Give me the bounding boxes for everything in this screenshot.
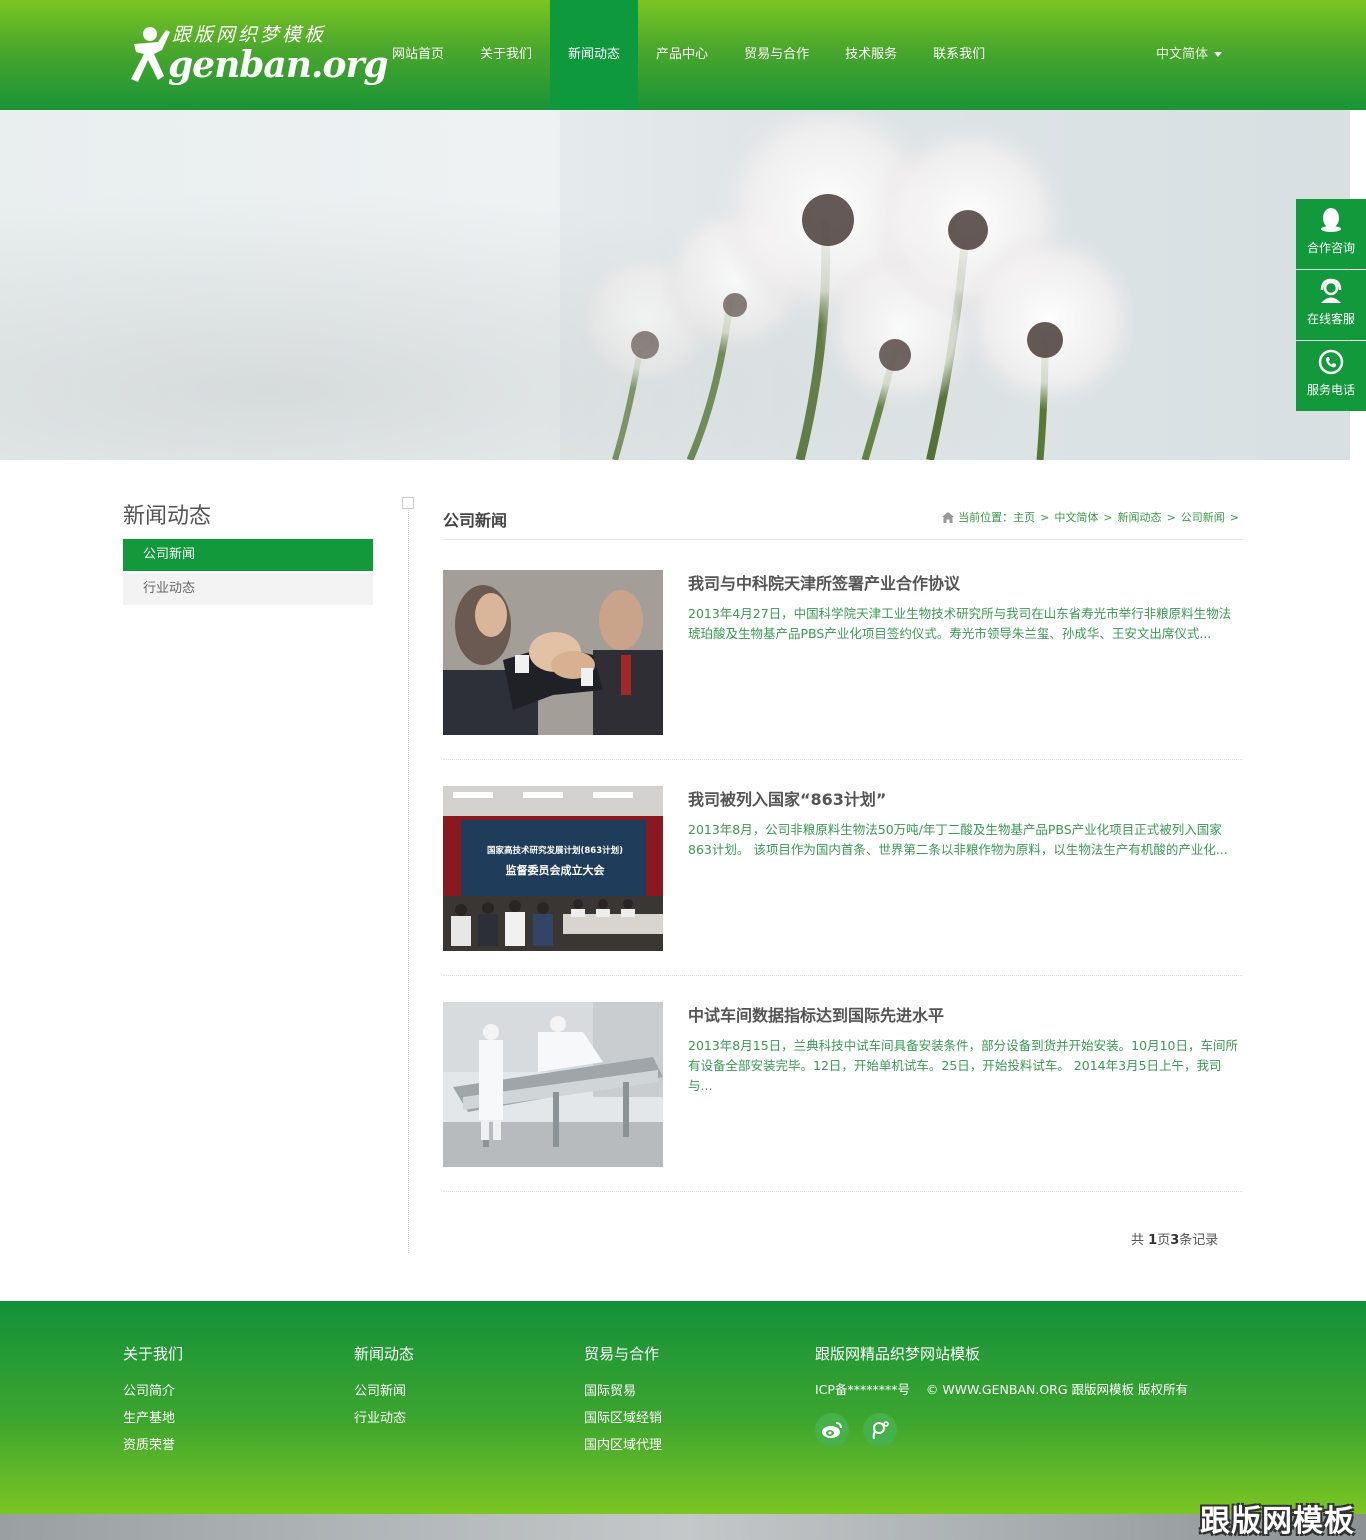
- footer-brand-title: 跟版网精品织梦网站模板: [815, 1345, 981, 1363]
- footer-col-title[interactable]: 关于我们: [123, 1343, 183, 1364]
- breadcrumb-company-news[interactable]: 公司新闻: [1181, 509, 1225, 525]
- content-title: 公司新闻: [443, 511, 508, 530]
- nav-products[interactable]: 产品中心: [638, 0, 726, 110]
- footer-link[interactable]: 国内区域代理: [584, 1432, 662, 1459]
- footer-link[interactable]: 国际贸易: [584, 1378, 662, 1405]
- breadcrumb-language[interactable]: 中文简体: [1054, 509, 1098, 525]
- footer-col-trade: 贸易与合作 国际贸易 国际区域经销 国内区域代理: [584, 1343, 662, 1459]
- breadcrumb-home[interactable]: 主页: [1013, 509, 1035, 525]
- workshop-photo: [443, 1002, 663, 1167]
- breadcrumb-separator: >: [1166, 510, 1176, 524]
- float-consult-label: 合作咨询: [1306, 241, 1355, 255]
- nav-contact[interactable]: 联系我们: [915, 0, 1003, 110]
- language-label: 中文简体: [1156, 47, 1209, 62]
- breadcrumb-prefix: 当前位置：: [958, 511, 1014, 524]
- news-thumb-conference[interactable]: 国家高技术研究发展计划(863计划) 监督委员会成立大会: [443, 786, 663, 951]
- float-service-label: 在线客服: [1306, 312, 1355, 326]
- news-desc: 2013年8月15日，兰典科技中试车间具备安装条件，部分设备到货并开始安装。10…: [688, 1038, 1238, 1093]
- logo-tagline: 跟版网织梦模板: [172, 24, 327, 46]
- float-contact-bar: 合作咨询 在线客服 服务电话: [1296, 199, 1366, 412]
- footer-col-title[interactable]: 贸易与合作: [584, 1343, 662, 1364]
- caret-down-icon: [1214, 52, 1223, 57]
- screen-text-2: 监督委员会成立大会: [505, 864, 605, 877]
- site-header: 跟版网织梦模板 genban.org 网站首页 关于我们 新闻动态 产品中心 贸…: [0, 0, 1366, 110]
- watermark: 跟版网模板: [1200, 1504, 1355, 1539]
- nav-tech[interactable]: 技术服务: [827, 0, 915, 110]
- pager-mid: 页: [1157, 1233, 1171, 1248]
- float-consult-button[interactable]: 合作咨询: [1296, 199, 1366, 269]
- phone-icon: [1318, 349, 1344, 375]
- pager-suffix: 条记录: [1179, 1233, 1219, 1248]
- sidebar-item-industry-news[interactable]: 行业动态: [123, 573, 373, 605]
- news-title[interactable]: 我司与中科院天津所签署产业合作协议: [688, 570, 960, 594]
- footer-link[interactable]: 公司简介: [123, 1378, 183, 1405]
- conference-audience: [443, 896, 663, 951]
- breadcrumb-separator: >: [1040, 510, 1050, 524]
- pager-summary: 共 1页3条记录: [1131, 1229, 1218, 1248]
- breadcrumb: 当前位置： 主页 > 中文简体 > 新闻动态 > 公司新闻 >: [942, 509, 1244, 525]
- news-desc: 2013年8月，公司非粮原料生物法50万吨/年丁二酸及生物基产品PBS产业化项目…: [688, 822, 1228, 857]
- footer-link[interactable]: 国际区域经销: [584, 1405, 662, 1432]
- breadcrumb-news[interactable]: 新闻动态: [1118, 509, 1162, 525]
- logo-wordmark: genban.org: [168, 44, 389, 86]
- screen-text-1: 国家高技术研究发展计划(863计划): [486, 846, 623, 856]
- headset-icon: [1320, 278, 1342, 303]
- news-thumb-workshop[interactable]: [443, 1002, 663, 1167]
- footer-link[interactable]: 行业动态: [354, 1405, 414, 1432]
- footer-col-about: 关于我们 公司简介 生产基地 资质荣誉: [123, 1343, 183, 1459]
- tencent-weibo-icon[interactable]: [863, 1413, 897, 1447]
- float-service-button[interactable]: 在线客服: [1296, 270, 1366, 340]
- weibo-icon[interactable]: [815, 1413, 849, 1447]
- nav-about[interactable]: 关于我们: [462, 0, 550, 110]
- footer-social: [815, 1413, 897, 1447]
- float-phone-label: 服务电话: [1306, 383, 1355, 397]
- news-title[interactable]: 中试车间数据指标达到国际先进水平: [688, 1002, 944, 1026]
- news-item: 中试车间数据指标达到国际先进水平 2013年8月15日，兰典科技中试车间具备安装…: [443, 1002, 1243, 1192]
- breadcrumb-separator: >: [1229, 510, 1239, 524]
- pager-prefix: 共: [1131, 1233, 1149, 1248]
- banner-haze: [0, 110, 1350, 460]
- news-item: 我司与中科院天津所签署产业合作协议 2013年4月27日，中国科学院天津工业生物…: [443, 570, 1243, 760]
- site-logo[interactable]: 跟版网织梦模板 genban.org: [128, 18, 389, 90]
- nav-news[interactable]: 新闻动态: [550, 0, 639, 110]
- runner-logo-icon: [131, 27, 170, 82]
- language-switcher[interactable]: 中文简体: [1156, 0, 1223, 110]
- news-title[interactable]: 我司被列入国家“863计划”: [688, 786, 886, 810]
- nav-home[interactable]: 网站首页: [374, 0, 462, 110]
- footer-copyright: ICP备********号 © WWW.GENBAN.ORG 跟版网模板 版权所…: [815, 1382, 1188, 1397]
- news-item: 国家高技术研究发展计划(863计划) 监督委员会成立大会 我司被列入国家“863…: [443, 786, 1243, 976]
- sidebar-item-company-news[interactable]: 公司新闻: [123, 539, 373, 571]
- hero-banner: [0, 110, 1350, 460]
- nav-trade[interactable]: 贸易与合作: [726, 0, 827, 110]
- footer-link[interactable]: 公司新闻: [354, 1378, 414, 1405]
- footer-col-brand: 跟版网精品织梦网站模板: [815, 1343, 980, 1378]
- divider-marker: [402, 497, 414, 509]
- news-desc: 2013年4月27日，中国科学院天津工业生物技术研究所与我司在山东省寿光市举行非…: [688, 606, 1232, 641]
- home-icon: [942, 511, 955, 523]
- footer-col-title[interactable]: 新闻动态: [354, 1343, 414, 1364]
- bottom-strip: [0, 1514, 1366, 1540]
- news-thumb-handshake[interactable]: [443, 570, 663, 735]
- float-phone-button[interactable]: 服务电话: [1296, 341, 1366, 411]
- content-rule: [443, 539, 1243, 540]
- column-divider: [408, 503, 409, 1253]
- breadcrumb-separator: >: [1103, 510, 1113, 524]
- footer-col-news: 新闻动态 公司新闻 行业动态: [354, 1343, 414, 1432]
- pager-records: 3: [1170, 1233, 1180, 1248]
- sidebar-title: 新闻动态: [123, 504, 212, 529]
- footer-link[interactable]: 资质荣誉: [123, 1432, 183, 1459]
- main-nav: 网站首页 关于我们 新闻动态 产品中心 贸易与合作 技术服务 联系我们: [374, 0, 1003, 110]
- sidebar-menu: 公司新闻 行业动态: [123, 539, 373, 607]
- footer-link[interactable]: 生产基地: [123, 1405, 183, 1432]
- site-footer: 关于我们 公司简介 生产基地 资质荣誉 新闻动态 公司新闻 行业动态 贸易与合作…: [0, 1301, 1366, 1514]
- qq-icon: [1321, 208, 1341, 232]
- pager-pages: 1: [1148, 1233, 1158, 1248]
- handshake-photo: [443, 570, 663, 735]
